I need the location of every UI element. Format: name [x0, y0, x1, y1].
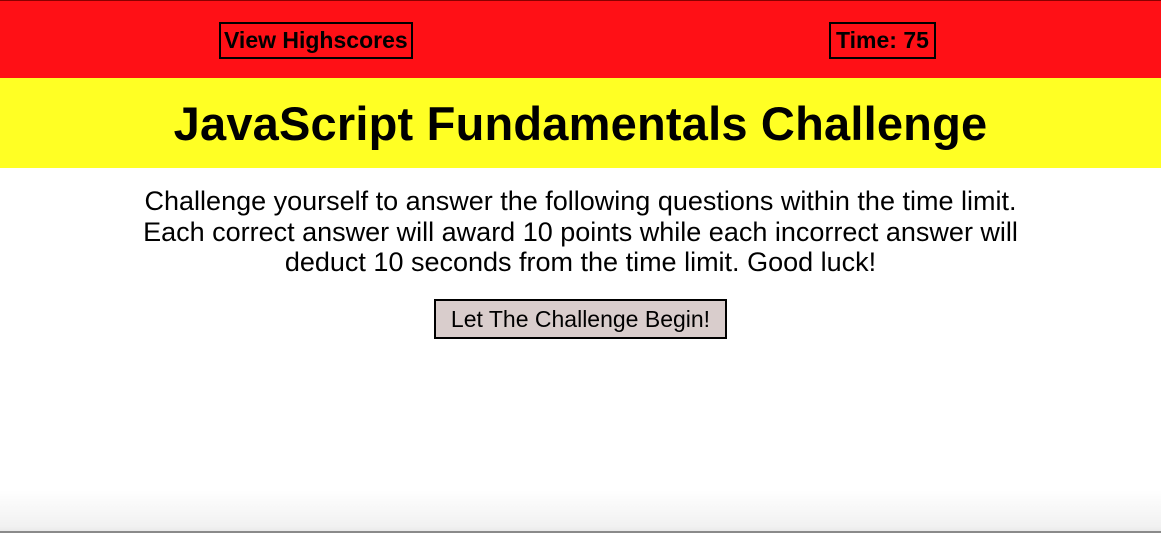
window-bottom-shadow [0, 490, 1161, 533]
page-title: JavaScript Fundamentals Challenge [173, 96, 988, 150]
title-band: JavaScript Fundamentals Challenge [0, 78, 1161, 168]
start-challenge-button[interactable]: Let The Challenge Begin! [434, 299, 727, 339]
intro-text: Challenge yourself to answer the followi… [143, 186, 1018, 277]
view-highscores-link[interactable]: View Highscores [219, 22, 413, 59]
top-bar: View Highscores Time: 75 [0, 0, 1161, 78]
timer-display: Time: 75 [829, 22, 936, 59]
